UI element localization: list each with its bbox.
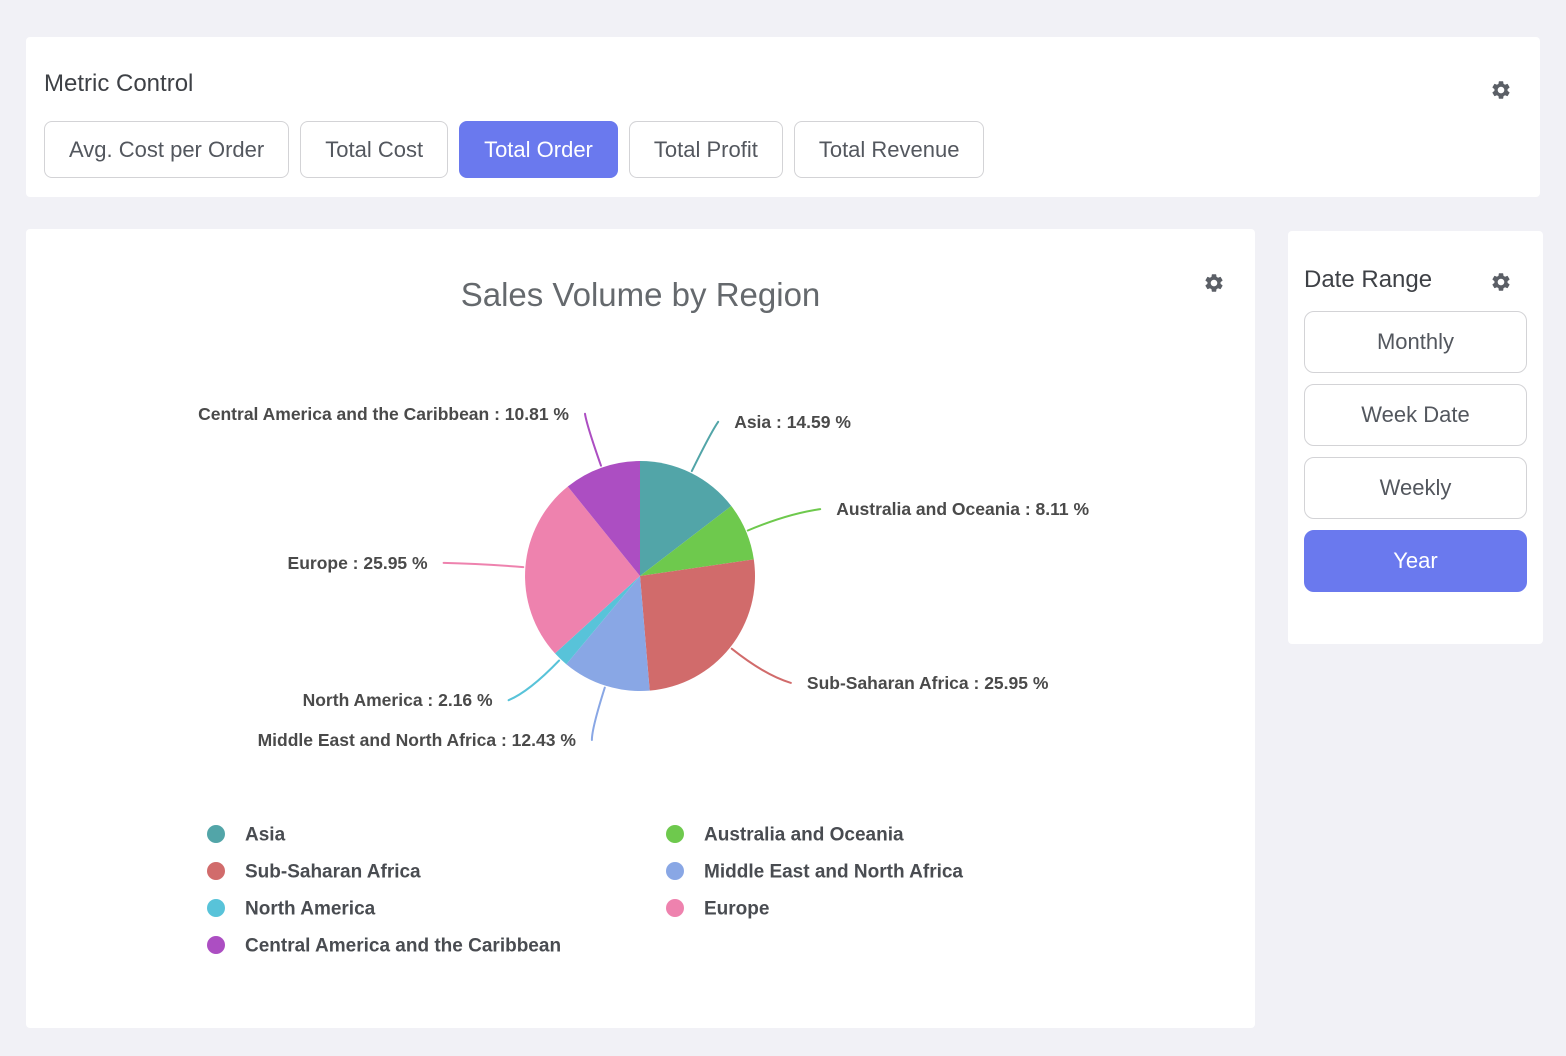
metric-option-total-cost[interactable]: Total Cost xyxy=(300,121,448,178)
legend-swatch-australia-and-oceania xyxy=(666,825,684,843)
pie-chart: Asia : 14.59 % Australia and Oceania : 8.… xyxy=(26,229,1255,1028)
pie-label-asia: Asia : 14.59 % xyxy=(734,412,851,432)
metric-control-panel: Metric Control Avg. Cost per OrderTotal … xyxy=(26,37,1540,197)
legend-item-central-america-and-the-caribbean[interactable]: Central America and the Caribbean xyxy=(207,936,561,957)
pie-label-middle-east-and-north-africa: Middle East and North Africa : 12.43 % xyxy=(258,730,577,750)
date-range-panel: Date Range MonthlyWeek DateWeeklyYear xyxy=(1288,231,1543,644)
legend-label-middle-east-and-north-africa: Middle East and North Africa xyxy=(704,862,963,883)
legend-label-sub-saharan-africa: Sub-Saharan Africa xyxy=(245,862,421,883)
metric-option-total-revenue[interactable]: Total Revenue xyxy=(794,121,985,178)
label-line-asia xyxy=(692,422,718,471)
legend-label-australia-and-oceania: Australia and Oceania xyxy=(704,825,904,846)
dashboard-page: Metric Control Avg. Cost per OrderTotal … xyxy=(0,0,1566,1028)
chart-panel: Sales Volume by Region Asia : 14.59 %Aus… xyxy=(26,229,1255,1028)
label-line-middle-east-and-north-africa xyxy=(592,688,605,740)
label-line-central-america-and-the-caribbean xyxy=(585,414,601,466)
legend-swatch-sub-saharan-africa xyxy=(207,862,225,880)
label-line-australia-and-oceania xyxy=(748,509,820,530)
metric-options: Avg. Cost per OrderTotal CostTotal Order… xyxy=(44,121,1522,178)
metric-option-total-profit[interactable]: Total Profit xyxy=(629,121,783,178)
metric-option-total-order[interactable]: Total Order xyxy=(459,121,618,178)
pie-label-australia-and-oceania: Australia and Oceania : 8.11 % xyxy=(836,499,1089,519)
pie-label-central-america-and-the-caribbean: Central America and the Caribbean : 10.8… xyxy=(198,404,569,424)
legend-label-central-america-and-the-caribbean: Central America and the Caribbean xyxy=(245,936,561,957)
legend-item-asia[interactable]: Asia xyxy=(207,825,286,846)
label-line-europe xyxy=(444,563,524,567)
legend-item-australia-and-oceania[interactable]: Australia and Oceania xyxy=(666,825,904,846)
legend-item-sub-saharan-africa[interactable]: Sub-Saharan Africa xyxy=(207,862,421,883)
main-row: Sales Volume by Region Asia : 14.59 %Aus… xyxy=(26,229,1540,1028)
date-range-option-monthly[interactable]: Monthly xyxy=(1304,311,1527,373)
metric-control-title: Metric Control xyxy=(44,71,1522,97)
legend-label-north-america: North America xyxy=(245,899,376,920)
legend-item-north-america[interactable]: North America xyxy=(207,899,376,920)
legend-swatch-north-america xyxy=(207,899,225,917)
legend-label-europe: Europe xyxy=(704,899,769,920)
metric-option-avg-cost-per-order[interactable]: Avg. Cost per Order xyxy=(44,121,289,178)
pie-label-north-america: North America : 2.16 % xyxy=(303,690,493,710)
legend-item-europe[interactable]: Europe xyxy=(666,899,769,920)
legend-label-asia: Asia xyxy=(245,825,286,846)
legend-item-middle-east-and-north-africa[interactable]: Middle East and North Africa xyxy=(666,862,963,883)
legend-swatch-asia xyxy=(207,825,225,843)
label-line-north-america xyxy=(509,661,559,701)
date-range-option-week-date[interactable]: Week Date xyxy=(1304,384,1527,446)
date-range-settings-gear-icon[interactable] xyxy=(1490,271,1512,293)
legend-swatch-europe xyxy=(666,899,684,917)
date-range-options: Monthly Week Date Weekly Year xyxy=(1304,311,1527,592)
date-range-option-year[interactable]: Year xyxy=(1304,530,1527,592)
pie-label-sub-saharan-africa: Sub-Saharan Africa : 25.95 % xyxy=(807,673,1049,693)
pie-slice-sub-saharan-africa[interactable] xyxy=(640,559,755,690)
metric-settings-gear-icon[interactable] xyxy=(1490,79,1512,101)
date-range-option-weekly[interactable]: Weekly xyxy=(1304,457,1527,519)
legend-swatch-central-america-and-the-caribbean xyxy=(207,936,225,954)
legend-swatch-middle-east-and-north-africa xyxy=(666,862,684,880)
label-line-sub-saharan-africa xyxy=(732,649,791,683)
pie-label-europe: Europe : 25.95 % xyxy=(288,553,428,573)
